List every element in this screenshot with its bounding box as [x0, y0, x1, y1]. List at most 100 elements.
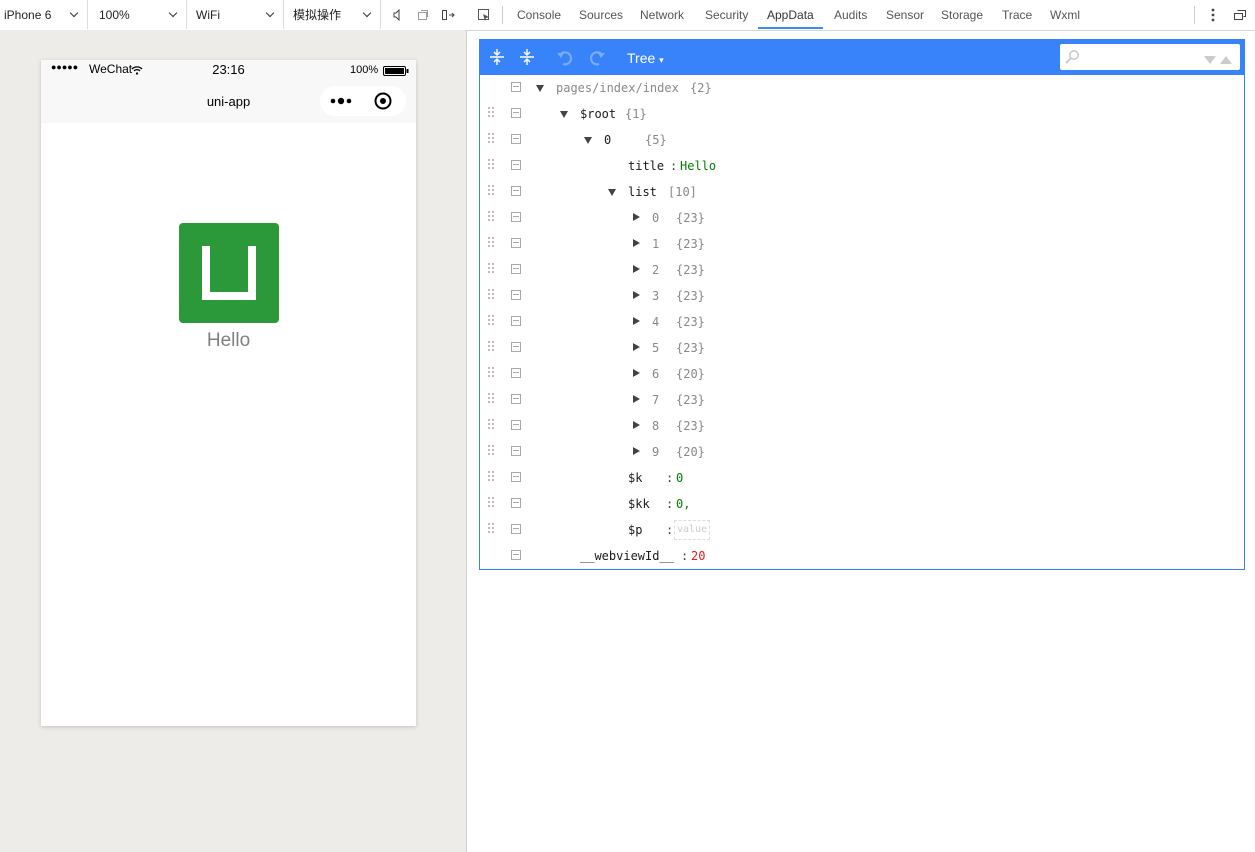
context-menu-icon[interactable] [511, 472, 521, 482]
zoom-select[interactable]: 100% [88, 0, 187, 29]
tree-row[interactable]: 7 {23} [480, 387, 1244, 413]
drag-handle-icon[interactable] [488, 367, 496, 381]
collapsed-triangle-icon[interactable] [633, 213, 640, 221]
drag-handle-icon[interactable] [488, 133, 496, 147]
context-menu-icon[interactable] [511, 186, 521, 196]
device-select[interactable]: iPhone 6 [0, 0, 88, 29]
tree-row[interactable]: 5 {23} [480, 335, 1244, 361]
network-select[interactable]: WiFi [187, 0, 284, 29]
drag-handle-icon[interactable] [488, 523, 496, 537]
tab-trace[interactable]: Trace [1002, 0, 1032, 29]
context-menu-icon[interactable] [511, 134, 521, 144]
context-menu-icon[interactable] [511, 264, 521, 274]
drag-handle-icon[interactable] [488, 497, 496, 511]
tree-row[interactable]: title : Hello [480, 153, 1244, 179]
context-menu-icon[interactable] [511, 238, 521, 248]
drag-handle-icon[interactable] [488, 237, 496, 251]
tree-value[interactable]: Hello [680, 159, 716, 173]
context-menu-icon[interactable] [511, 524, 521, 534]
tree-row[interactable]: $kk : 0, [480, 491, 1244, 517]
tree-row[interactable]: 0 {5} [480, 127, 1244, 153]
collapsed-triangle-icon[interactable] [633, 369, 640, 377]
tree-row[interactable]: 1 {23} [480, 231, 1244, 257]
collapsed-triangle-icon[interactable] [633, 265, 640, 273]
tab-appdata[interactable]: AppData [758, 0, 823, 29]
context-menu-icon[interactable] [511, 82, 521, 92]
drag-handle-icon[interactable] [488, 159, 496, 173]
expanded-triangle-icon[interactable] [584, 137, 592, 144]
drag-handle-icon[interactable] [488, 341, 496, 355]
drag-handle-icon[interactable] [488, 185, 496, 199]
undo-icon[interactable] [556, 48, 574, 66]
speaker-icon[interactable] [389, 6, 407, 24]
context-menu-icon[interactable] [511, 342, 521, 352]
collapse-all-icon[interactable] [518, 48, 536, 66]
tree-value-empty[interactable]: value [674, 520, 711, 540]
redo-icon[interactable] [588, 48, 606, 66]
tree-row[interactable]: list [10] [480, 179, 1244, 205]
dock-icon[interactable] [439, 6, 457, 24]
operation-select[interactable]: 模拟操作 [284, 0, 381, 29]
appdata-search[interactable] [1060, 44, 1240, 70]
collapsed-triangle-icon[interactable] [633, 239, 640, 247]
expand-all-icon[interactable] [488, 48, 506, 66]
tree-row[interactable]: pages/index/index {2} [480, 75, 1244, 101]
undock-icon[interactable] [1231, 6, 1249, 24]
collapsed-triangle-icon[interactable] [633, 343, 640, 351]
search-prev-icon[interactable] [1220, 53, 1232, 67]
drag-handle-icon[interactable] [488, 289, 496, 303]
tree-row[interactable]: 8 {23} [480, 413, 1244, 439]
tree-row[interactable]: 6 {20} [480, 361, 1244, 387]
collapsed-triangle-icon[interactable] [633, 447, 640, 455]
tree-value[interactable]: 0 [676, 471, 683, 485]
context-menu-icon[interactable] [511, 160, 521, 170]
tab-storage[interactable]: Storage [941, 0, 983, 29]
context-menu-icon[interactable] [511, 550, 521, 560]
tab-network[interactable]: Network [640, 0, 684, 29]
expanded-triangle-icon[interactable] [608, 189, 616, 196]
close-mini-program-icon[interactable] [374, 92, 392, 113]
more-icon[interactable] [330, 93, 352, 112]
tree-row[interactable]: __webviewId__ : 20 [480, 543, 1244, 569]
tab-sources[interactable]: Sources [579, 0, 623, 29]
expanded-triangle-icon[interactable] [536, 85, 544, 92]
tree-row[interactable]: $root {1} [480, 101, 1244, 127]
drag-handle-icon[interactable] [488, 263, 496, 277]
search-next-icon[interactable] [1204, 53, 1216, 67]
context-menu-icon[interactable] [511, 108, 521, 118]
inspect-element-icon[interactable] [475, 6, 493, 24]
drag-handle-icon[interactable] [488, 315, 496, 329]
collapsed-triangle-icon[interactable] [633, 317, 640, 325]
tree-row[interactable]: 3 {23} [480, 283, 1244, 309]
tree-row[interactable]: $p : value [480, 517, 1244, 543]
tab-security[interactable]: Security [705, 0, 748, 29]
tree-mode-dropdown[interactable]: Tree ▾ [627, 50, 664, 66]
drag-handle-icon[interactable] [488, 211, 496, 225]
drag-handle-icon[interactable] [488, 419, 496, 433]
expanded-triangle-icon[interactable] [560, 111, 568, 118]
drag-handle-icon[interactable] [488, 445, 496, 459]
collapsed-triangle-icon[interactable] [633, 395, 640, 403]
context-menu-icon[interactable] [511, 212, 521, 222]
tree-value[interactable]: 20 [691, 549, 705, 563]
drag-handle-icon[interactable] [488, 471, 496, 485]
more-options-icon[interactable] [1204, 6, 1222, 24]
tab-wxml[interactable]: Wxml [1050, 0, 1080, 29]
context-menu-icon[interactable] [511, 316, 521, 326]
tree-row[interactable]: 4 {23} [480, 309, 1244, 335]
drag-handle-icon[interactable] [488, 393, 496, 407]
tree-row[interactable]: 9 {20} [480, 439, 1244, 465]
tree-row[interactable]: 2 {23} [480, 257, 1244, 283]
context-menu-icon[interactable] [511, 368, 521, 378]
context-menu-icon[interactable] [511, 498, 521, 508]
context-menu-icon[interactable] [511, 420, 521, 430]
tree-row[interactable]: $k : 0 [480, 465, 1244, 491]
window-icon[interactable] [414, 6, 432, 24]
tab-audits[interactable]: Audits [834, 0, 867, 29]
context-menu-icon[interactable] [511, 290, 521, 300]
context-menu-icon[interactable] [511, 394, 521, 404]
drag-handle-icon[interactable] [488, 107, 496, 121]
tree-row[interactable]: 0 {23} [480, 205, 1244, 231]
tree-value[interactable]: 0, [676, 497, 690, 511]
context-menu-icon[interactable] [511, 446, 521, 456]
